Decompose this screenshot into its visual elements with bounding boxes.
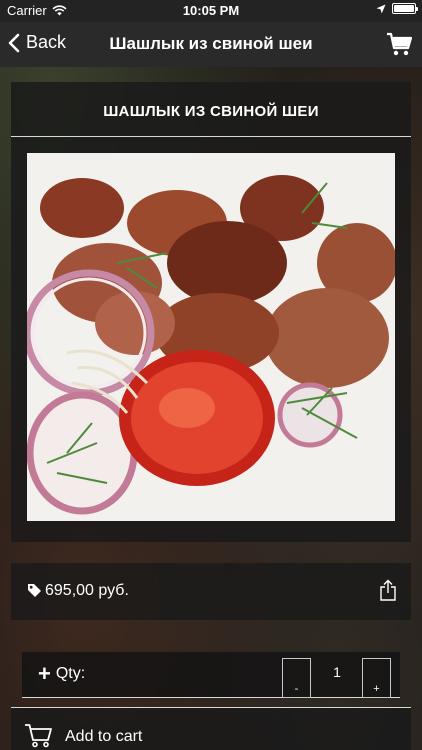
battery-icon	[392, 3, 418, 14]
product-card: ШАШЛЫК ИЗ СВИНОЙ ШЕИ	[11, 82, 411, 542]
quantity-row: + Qty: - +	[22, 652, 400, 698]
quantity-label-group: + Qty:	[38, 661, 86, 686]
nav-bar: Back Шашлык из свиной шеи	[0, 22, 422, 67]
price-bar: 695,00 руб.	[11, 563, 411, 620]
status-time: 10:05 PM	[182, 3, 240, 18]
add-to-cart-label: Add to cart	[65, 728, 143, 745]
title-divider	[11, 136, 411, 137]
back-button[interactable]: Back	[8, 32, 66, 53]
price-label: 695,00 руб.	[45, 582, 129, 599]
cart-icon	[25, 724, 52, 748]
location-arrow-icon	[376, 4, 386, 13]
chevron-left-icon	[8, 33, 20, 52]
add-to-cart-button[interactable]: Add to cart	[11, 708, 411, 750]
cart-button[interactable]	[386, 31, 413, 62]
cart-icon	[387, 32, 413, 56]
battery-fill	[394, 5, 414, 12]
quantity-input[interactable]	[312, 658, 362, 698]
quantity-decrement-button[interactable]: -	[282, 658, 311, 698]
nav-title: Шашлык из свиной шеи	[109, 34, 313, 53]
food-photo	[27, 153, 395, 521]
price-tag-icon	[28, 584, 41, 597]
product-title: ШАШЛЫК ИЗ СВИНОЙ ШЕИ	[103, 103, 319, 120]
share-button[interactable]	[379, 579, 397, 606]
share-icon	[380, 579, 396, 601]
plus-icon: +	[38, 661, 51, 686]
product-image	[27, 153, 395, 521]
status-bar: Carrier 10:05 PM	[0, 0, 422, 22]
status-right	[376, 3, 418, 14]
quantity-label: Qty:	[55, 665, 86, 682]
quantity-increment-button[interactable]: +	[362, 658, 391, 698]
